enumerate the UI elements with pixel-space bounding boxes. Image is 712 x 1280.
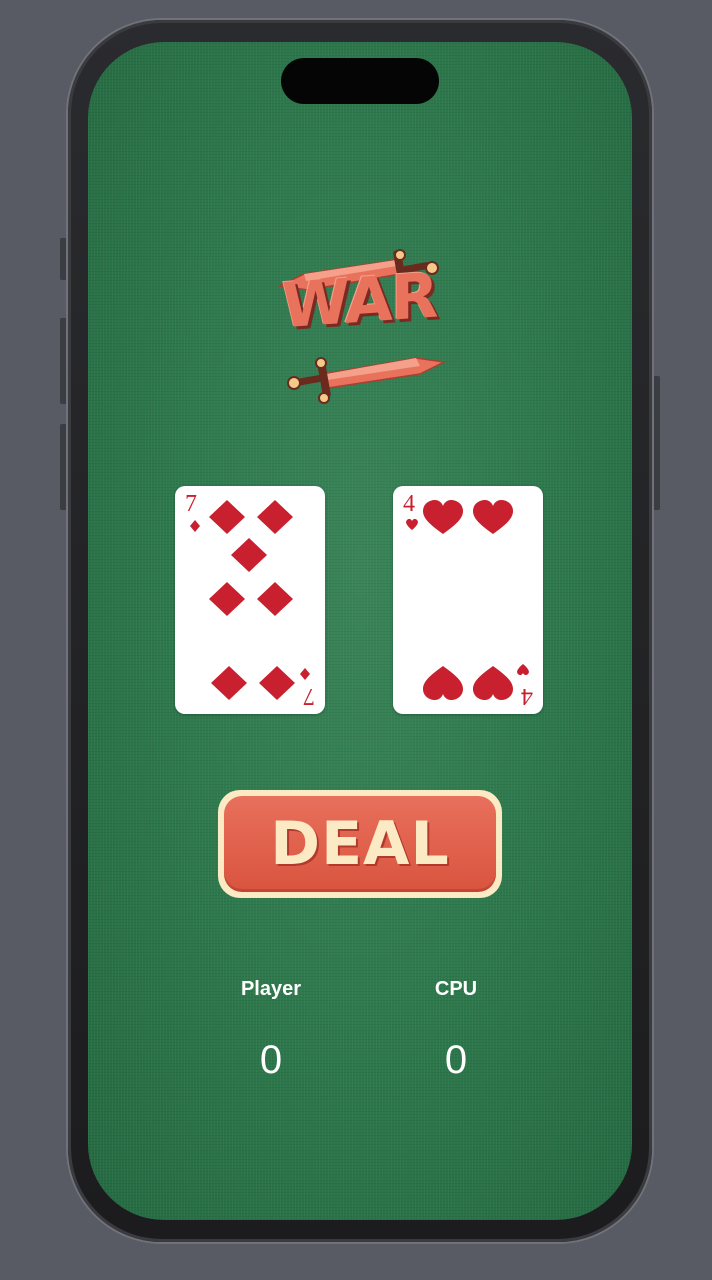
power-button	[652, 376, 660, 510]
heart-icon	[406, 500, 529, 700]
deal-button-face[interactable]: DEAL	[224, 796, 496, 892]
deal-button[interactable]: DEAL	[218, 790, 502, 898]
player-score-value: 0	[259, 1038, 283, 1082]
player-card-rank-bottom: 7	[303, 683, 315, 709]
device-stage: WAR 7 7 4 4 DEAL Player CPU 0 0	[0, 0, 712, 1280]
player-card: 7 7	[175, 486, 325, 714]
cpu-score-value: 0	[444, 1038, 468, 1082]
volume-down-button	[60, 424, 68, 510]
logo-title: WAR	[281, 258, 437, 343]
player-card-rank-top: 7	[185, 491, 197, 517]
silent-switch	[60, 238, 68, 280]
diamond-icon	[190, 500, 310, 700]
volume-up-button	[60, 318, 68, 404]
dynamic-island	[281, 58, 439, 104]
game-screen: WAR 7 7 4 4 DEAL Player CPU 0 0	[88, 42, 632, 1220]
deal-button-label[interactable]: DEAL	[224, 812, 496, 876]
cpu-card-rank-bottom: 4	[521, 683, 533, 709]
war-logo: WAR	[264, 202, 454, 412]
cpu-score-label: CPU	[434, 978, 478, 1000]
cpu-card: 4 4	[393, 486, 543, 714]
player-score-label: Player	[240, 978, 302, 1000]
cpu-card-rank-top: 4	[403, 491, 415, 517]
